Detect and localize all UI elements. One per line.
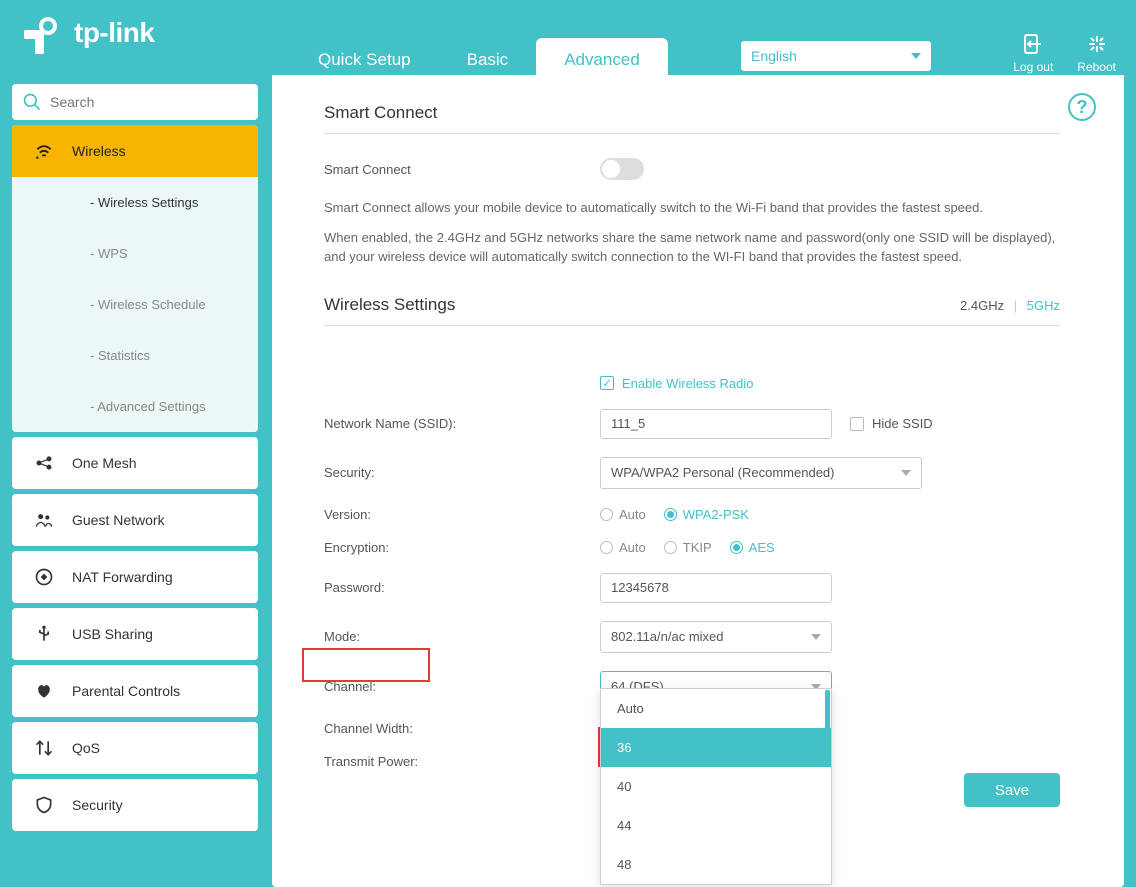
users-icon: [34, 510, 54, 530]
checkbox-icon: [600, 376, 614, 390]
logout-label: Log out: [1013, 60, 1053, 74]
enc-aes-radio[interactable]: AES: [730, 540, 775, 555]
save-button[interactable]: Save: [964, 773, 1060, 807]
language-select[interactable]: English: [740, 40, 932, 72]
search-input[interactable]: [50, 94, 248, 110]
enc-tkip-radio[interactable]: TKIP: [664, 540, 712, 555]
password-input[interactable]: [600, 573, 832, 603]
channel-option-44[interactable]: 44: [601, 806, 831, 845]
checkbox-icon: [850, 417, 864, 431]
mode-label: Mode:: [324, 629, 600, 644]
nav-wireless-settings[interactable]: - Wireless Settings: [12, 177, 258, 228]
main-panel: ? Smart Connect Smart Connect Smart Conn…: [272, 75, 1124, 887]
nav-onemesh[interactable]: One Mesh: [12, 437, 258, 489]
smart-connect-desc1: Smart Connect allows your mobile device …: [324, 198, 1060, 218]
band-toggle: 2.4GHz | 5GHz: [960, 298, 1060, 313]
heart-hands-icon: [34, 681, 54, 701]
enc-auto-radio[interactable]: Auto: [600, 540, 646, 555]
nav-wireless-schedule[interactable]: - Wireless Schedule: [12, 279, 258, 330]
nav-usb-sharing[interactable]: USB Sharing: [12, 608, 258, 660]
chevron-down-icon: [901, 470, 911, 476]
reboot-button[interactable]: Reboot: [1077, 32, 1116, 74]
nav-wireless-block: Wireless - Wireless Settings - WPS - Wir…: [12, 125, 258, 432]
hide-ssid-checkbox[interactable]: Hide SSID: [850, 416, 933, 431]
smart-connect-toggle[interactable]: [600, 158, 644, 180]
nav-parental-controls[interactable]: Parental Controls: [12, 665, 258, 717]
password-label: Password:: [324, 580, 600, 595]
brand-text: tp-link: [74, 17, 155, 49]
channel-dropdown[interactable]: Auto 36 40 44 48: [600, 688, 832, 885]
nav-wireless-sub: - Wireless Settings - WPS - Wireless Sch…: [12, 177, 258, 432]
nav-guest-network[interactable]: Guest Network: [12, 494, 258, 546]
language-value: English: [751, 48, 797, 64]
channel-width-label: Channel Width:: [324, 721, 600, 736]
nav-wireless-label: Wireless: [72, 143, 126, 159]
nav-security[interactable]: Security: [12, 779, 258, 831]
channel-label: Channel:: [324, 679, 600, 694]
sidebar: Wireless - Wireless Settings - WPS - Wir…: [12, 84, 258, 887]
scrollbar[interactable]: [825, 690, 830, 740]
version-label: Version:: [324, 507, 600, 522]
ssid-label: Network Name (SSID):: [324, 416, 600, 431]
nav-advanced-settings[interactable]: - Advanced Settings: [12, 381, 258, 432]
smart-connect-label: Smart Connect: [324, 162, 600, 177]
header-actions: Log out Reboot: [1013, 32, 1116, 74]
mesh-icon: [34, 453, 54, 473]
ssid-input[interactable]: [600, 409, 832, 439]
nav-wps[interactable]: - WPS: [12, 228, 258, 279]
nav-statistics[interactable]: - Statistics: [12, 330, 258, 381]
channel-option-48[interactable]: 48: [601, 845, 831, 884]
chevron-down-icon: [811, 634, 821, 640]
section-smart-connect-title: Smart Connect: [324, 103, 1060, 134]
wifi-icon: [34, 141, 54, 161]
band-24[interactable]: 2.4GHz: [960, 298, 1004, 313]
section-wireless-settings-title: Wireless Settings 2.4GHz | 5GHz: [324, 295, 1060, 326]
nav-qos[interactable]: QoS: [12, 722, 258, 774]
channel-option-36[interactable]: 36: [601, 728, 831, 767]
search-icon: [22, 92, 42, 112]
version-auto-radio[interactable]: Auto: [600, 507, 646, 522]
channel-option-40[interactable]: 40: [601, 767, 831, 806]
security-label: Security:: [324, 465, 600, 480]
enable-radio-checkbox[interactable]: Enable Wireless Radio: [600, 376, 754, 391]
nav-nat-forwarding[interactable]: NAT Forwarding: [12, 551, 258, 603]
shield-icon: [34, 795, 54, 815]
nat-icon: [34, 567, 54, 587]
header: tp-link Quick Setup Basic Advanced Engli…: [0, 0, 1136, 75]
channel-option-auto[interactable]: Auto: [601, 689, 831, 728]
transmit-power-label: Transmit Power:: [324, 754, 600, 769]
help-icon[interactable]: ?: [1068, 93, 1096, 121]
search-box[interactable]: [12, 84, 258, 120]
qos-icon: [34, 738, 54, 758]
mode-select[interactable]: 802.11a/n/ac mixed: [600, 621, 832, 653]
smart-connect-desc2: When enabled, the 2.4GHz and 5GHz networ…: [324, 228, 1060, 267]
nav-wireless[interactable]: Wireless: [12, 125, 258, 177]
version-wpa2-radio[interactable]: WPA2-PSK: [664, 507, 749, 522]
usb-icon: [34, 624, 54, 644]
security-select[interactable]: WPA/WPA2 Personal (Recommended): [600, 457, 922, 489]
encryption-label: Encryption:: [324, 540, 600, 555]
logout-button[interactable]: Log out: [1013, 32, 1053, 74]
chevron-down-icon: [911, 53, 921, 59]
band-5[interactable]: 5GHz: [1027, 298, 1060, 313]
brand-logo: tp-link: [16, 8, 155, 58]
reboot-label: Reboot: [1077, 60, 1116, 74]
